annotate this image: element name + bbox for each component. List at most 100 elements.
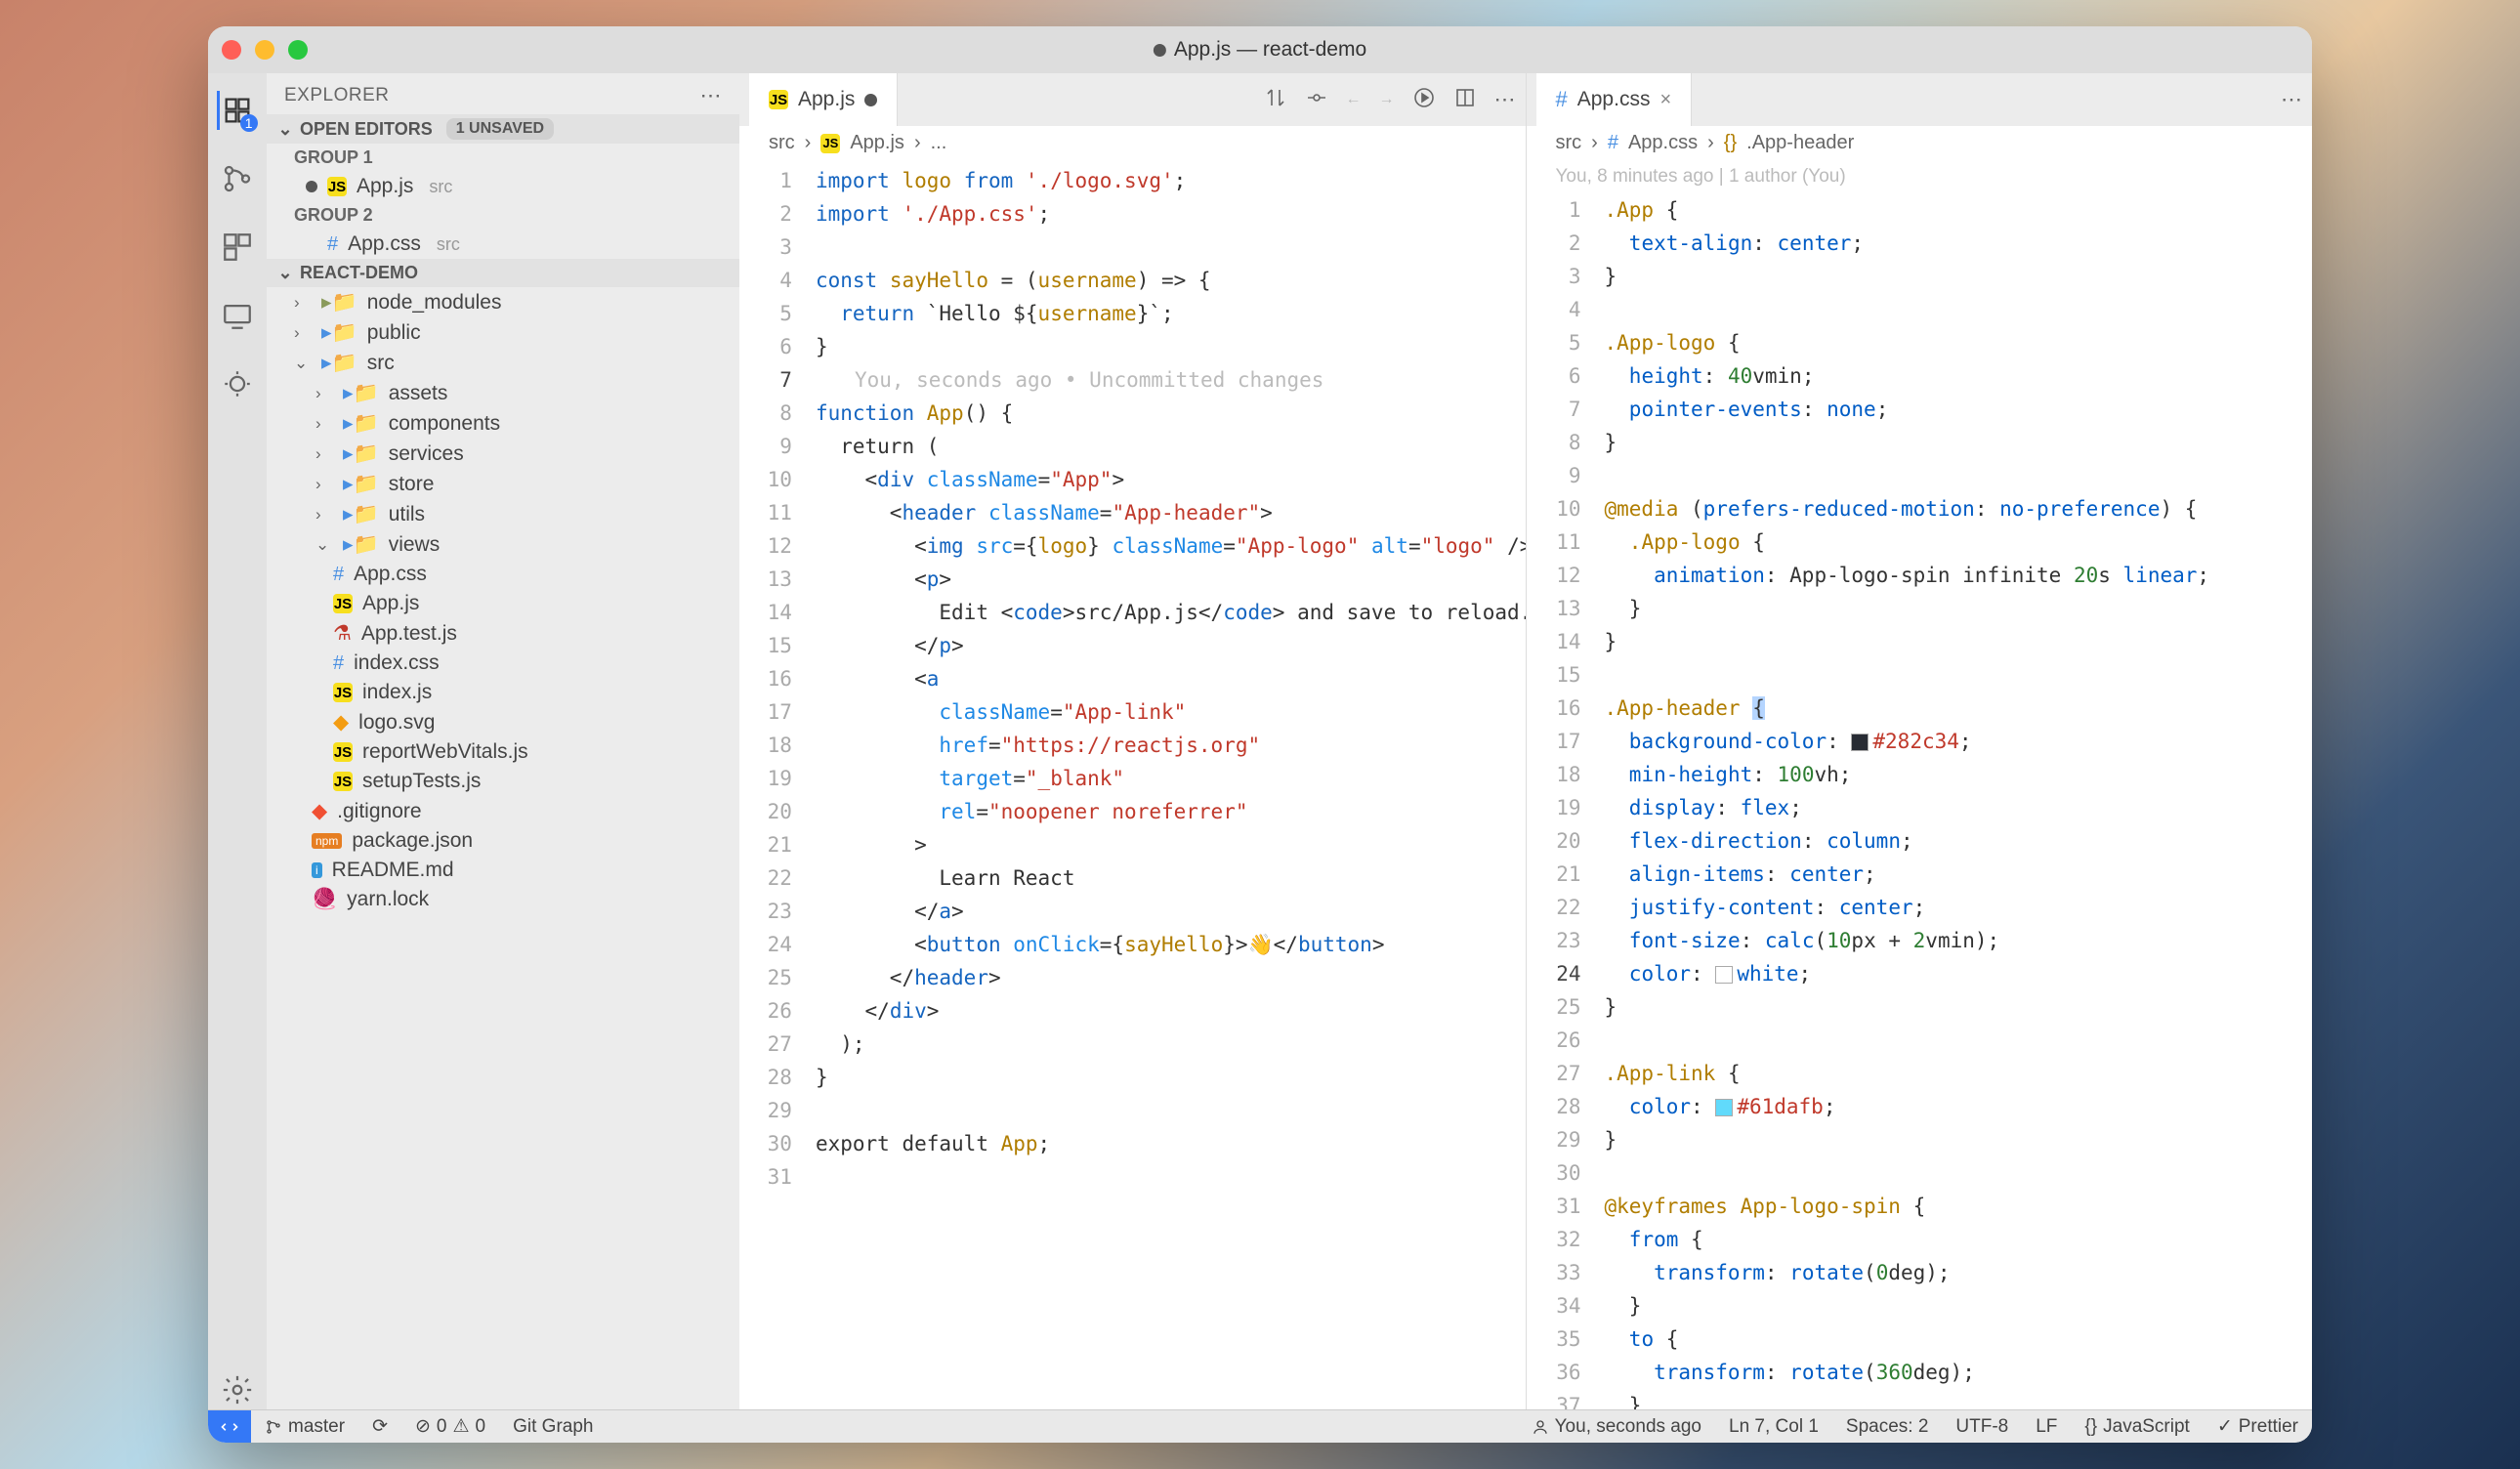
open-editor-item[interactable]: JS App.jssrc	[267, 172, 739, 201]
folder-icon: ▸📁	[321, 351, 357, 375]
open-editors-section[interactable]: ⌄ OPEN EDITORS 1 UNSAVED	[267, 114, 739, 144]
breadcrumb-right[interactable]: src › # App.css › {} .App-header	[1527, 126, 2313, 160]
chevron-icon: ›	[315, 505, 333, 525]
sidebar-title: EXPLORER	[284, 85, 389, 106]
breadcrumb-left[interactable]: src › JS App.js › ...	[739, 126, 1526, 160]
chevron-icon: ⌄	[294, 354, 312, 373]
chevron-icon: ⌄	[315, 535, 333, 555]
modified-indicator-icon	[306, 181, 317, 192]
eol-status[interactable]: LF	[2022, 1416, 2071, 1438]
folder-icon: ▸📁	[321, 320, 357, 345]
folder-store[interactable]: › ▸📁 store	[267, 469, 739, 499]
sidebar-more-icon[interactable]: ⋯	[700, 83, 723, 108]
unsaved-badge: 1 UNSAVED	[446, 118, 554, 140]
debug-activity-icon[interactable]	[218, 364, 257, 403]
file-logo.svg[interactable]: ◆logo.svg	[267, 707, 739, 737]
folder-node_modules[interactable]: › ▸📁 node_modules	[267, 287, 739, 317]
folder-icon: ▸📁	[343, 381, 379, 405]
chevron-down-icon: ⌄	[276, 119, 294, 140]
file-reportWebVitals.js[interactable]: JSreportWebVitals.js	[267, 737, 739, 767]
chevron-icon: ›	[315, 475, 333, 494]
titlebar: App.js — react-demo	[208, 26, 2312, 73]
spaces-status[interactable]: Spaces: 2	[1832, 1416, 1943, 1438]
chevron-icon: ›	[315, 414, 333, 434]
chevron-icon: ›	[315, 444, 333, 464]
folder-services[interactable]: › ▸📁 services	[267, 439, 739, 469]
close-tab-icon[interactable]: ×	[1659, 89, 1671, 111]
folder-components[interactable]: › ▸📁 components	[267, 408, 739, 439]
language-status[interactable]: {} JavaScript	[2071, 1416, 2203, 1438]
maximize-window-button[interactable]	[288, 40, 308, 60]
editor-group-1: JS App.js ← → ⋯ src ›	[739, 73, 1527, 1409]
chevron-icon: ›	[294, 293, 312, 313]
folder-src[interactable]: ⌄ ▸📁 src	[267, 348, 739, 378]
file-setupTests.js[interactable]: JSsetupTests.js	[267, 767, 739, 796]
gitlens-blame-header: You, 8 minutes ago | 1 author (You)	[1527, 160, 2313, 189]
js-icon: JS	[820, 134, 840, 153]
modified-indicator-icon	[1154, 44, 1166, 57]
modified-indicator-icon	[864, 94, 877, 106]
tab-more-icon[interactable]: ⋯	[2281, 87, 2302, 112]
prettier-status[interactable]: ✓ Prettier	[2204, 1415, 2312, 1438]
file-App.css[interactable]: #App.css	[267, 560, 739, 589]
settings-gear-icon[interactable]	[218, 1370, 257, 1409]
remote-activity-icon[interactable]	[218, 296, 257, 335]
window-title: App.js — react-demo	[1154, 38, 1366, 62]
traffic-lights	[222, 40, 308, 60]
tab-app-css[interactable]: # App.css ×	[1536, 73, 1693, 126]
open-changes-icon[interactable]	[1305, 86, 1328, 114]
folder-public[interactable]: › ▸📁 public	[267, 317, 739, 348]
gitlens-blame-status[interactable]: You, seconds ago	[1518, 1416, 1715, 1438]
explorer-badge: 1	[240, 114, 258, 132]
tab-app-js[interactable]: JS App.js	[749, 73, 898, 126]
problems-status[interactable]: ⊘0 ⚠0	[401, 1415, 499, 1438]
open-editor-item[interactable]: # App.csssrc	[267, 230, 739, 259]
arrow-right-icon[interactable]: →	[1379, 91, 1395, 108]
status-bar: master ⟳ ⊘0 ⚠0 Git Graph You, seconds ag…	[208, 1409, 2312, 1443]
editor-group-2: # App.css × ⋯ src › # App.css › {} .App-…	[1527, 73, 2313, 1409]
explorer-sidebar: EXPLORER ⋯ ⌄ OPEN EDITORS 1 UNSAVED GROU…	[267, 73, 739, 1409]
code-editor-right[interactable]: 1234567891011121314151617181920212223242…	[1527, 189, 2313, 1409]
source-control-activity-icon[interactable]	[218, 159, 257, 198]
folder-utils[interactable]: › ▸📁 utils	[267, 499, 739, 529]
folder-icon: ▸📁	[343, 502, 379, 526]
activity-bar: 1	[208, 73, 267, 1409]
tab-label: App.css	[1577, 88, 1651, 111]
close-window-button[interactable]	[222, 40, 241, 60]
js-icon: JS	[769, 90, 788, 109]
git-graph-status[interactable]: Git Graph	[499, 1416, 607, 1438]
encoding-status[interactable]: UTF-8	[1942, 1416, 2022, 1438]
tab-bar-right: # App.css × ⋯	[1527, 73, 2313, 126]
css-icon: #	[1608, 132, 1618, 154]
file-.gitignore[interactable]: ◆.gitignore	[267, 796, 739, 826]
project-section[interactable]: ⌄ REACT-DEMO	[267, 259, 739, 287]
file-yarn.lock[interactable]: 🧶yarn.lock	[267, 885, 739, 914]
open-editors-group-label: GROUP 1	[267, 144, 739, 172]
code-editor-left[interactable]: 1234567891011121314151617181920212223242…	[739, 160, 1526, 1409]
css-rule-icon: {}	[1724, 132, 1737, 154]
file-App.js[interactable]: JSApp.js	[267, 589, 739, 618]
arrow-left-icon[interactable]: ←	[1346, 91, 1362, 108]
file-index.css[interactable]: #index.css	[267, 649, 739, 678]
split-editor-icon[interactable]	[1453, 86, 1477, 114]
chevron-down-icon: ⌄	[276, 263, 294, 283]
folder-assets[interactable]: › ▸📁 assets	[267, 378, 739, 408]
chevron-icon: ›	[294, 323, 312, 343]
tab-bar-left: JS App.js ← → ⋯	[739, 73, 1526, 126]
compare-changes-icon[interactable]	[1264, 86, 1287, 114]
sync-status[interactable]: ⟳	[358, 1415, 401, 1438]
folder-views[interactable]: ⌄ ▸📁 views	[267, 529, 739, 560]
explorer-activity-icon[interactable]: 1	[217, 91, 256, 130]
tab-more-icon[interactable]: ⋯	[1494, 87, 1516, 112]
file-App.test.js[interactable]: ⚗App.test.js	[267, 618, 739, 649]
extensions-activity-icon[interactable]	[218, 228, 257, 267]
file-package.json[interactable]: npmpackage.json	[267, 826, 739, 856]
git-branch-status[interactable]: master	[251, 1416, 358, 1438]
file-README.md[interactable]: iREADME.md	[267, 856, 739, 885]
cursor-position-status[interactable]: Ln 7, Col 1	[1715, 1416, 1832, 1438]
folder-icon: ▸📁	[343, 472, 379, 496]
run-icon[interactable]	[1412, 86, 1436, 114]
file-index.js[interactable]: JSindex.js	[267, 678, 739, 707]
remote-indicator[interactable]	[208, 1410, 251, 1443]
minimize-window-button[interactable]	[255, 40, 274, 60]
